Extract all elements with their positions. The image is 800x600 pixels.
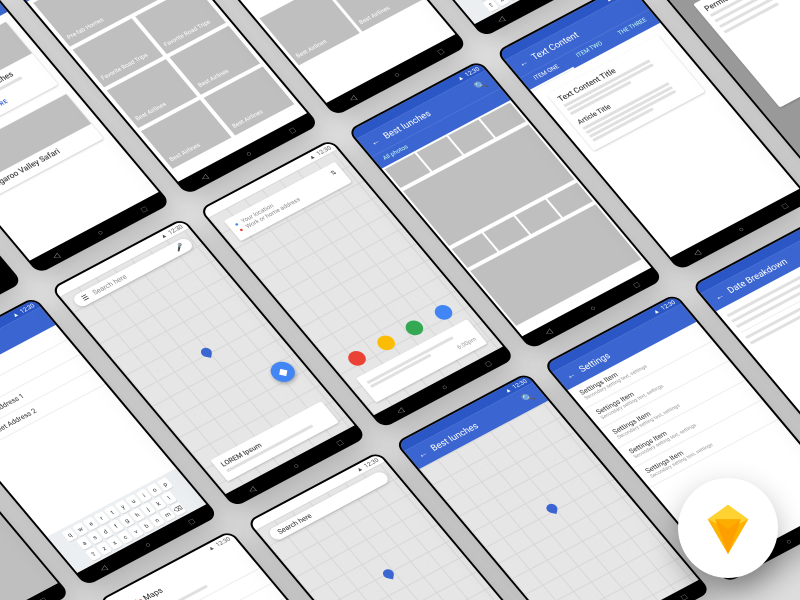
mockup-collage: ▲12:30 Product Category Product Name★★★★… (0, 0, 800, 600)
learn-button[interactable]: LEARN MORE (0, 98, 10, 123)
fab-directions[interactable]: ◆ (266, 358, 300, 386)
back-icon[interactable]: ← (368, 136, 383, 149)
sketch-badge (678, 478, 778, 578)
